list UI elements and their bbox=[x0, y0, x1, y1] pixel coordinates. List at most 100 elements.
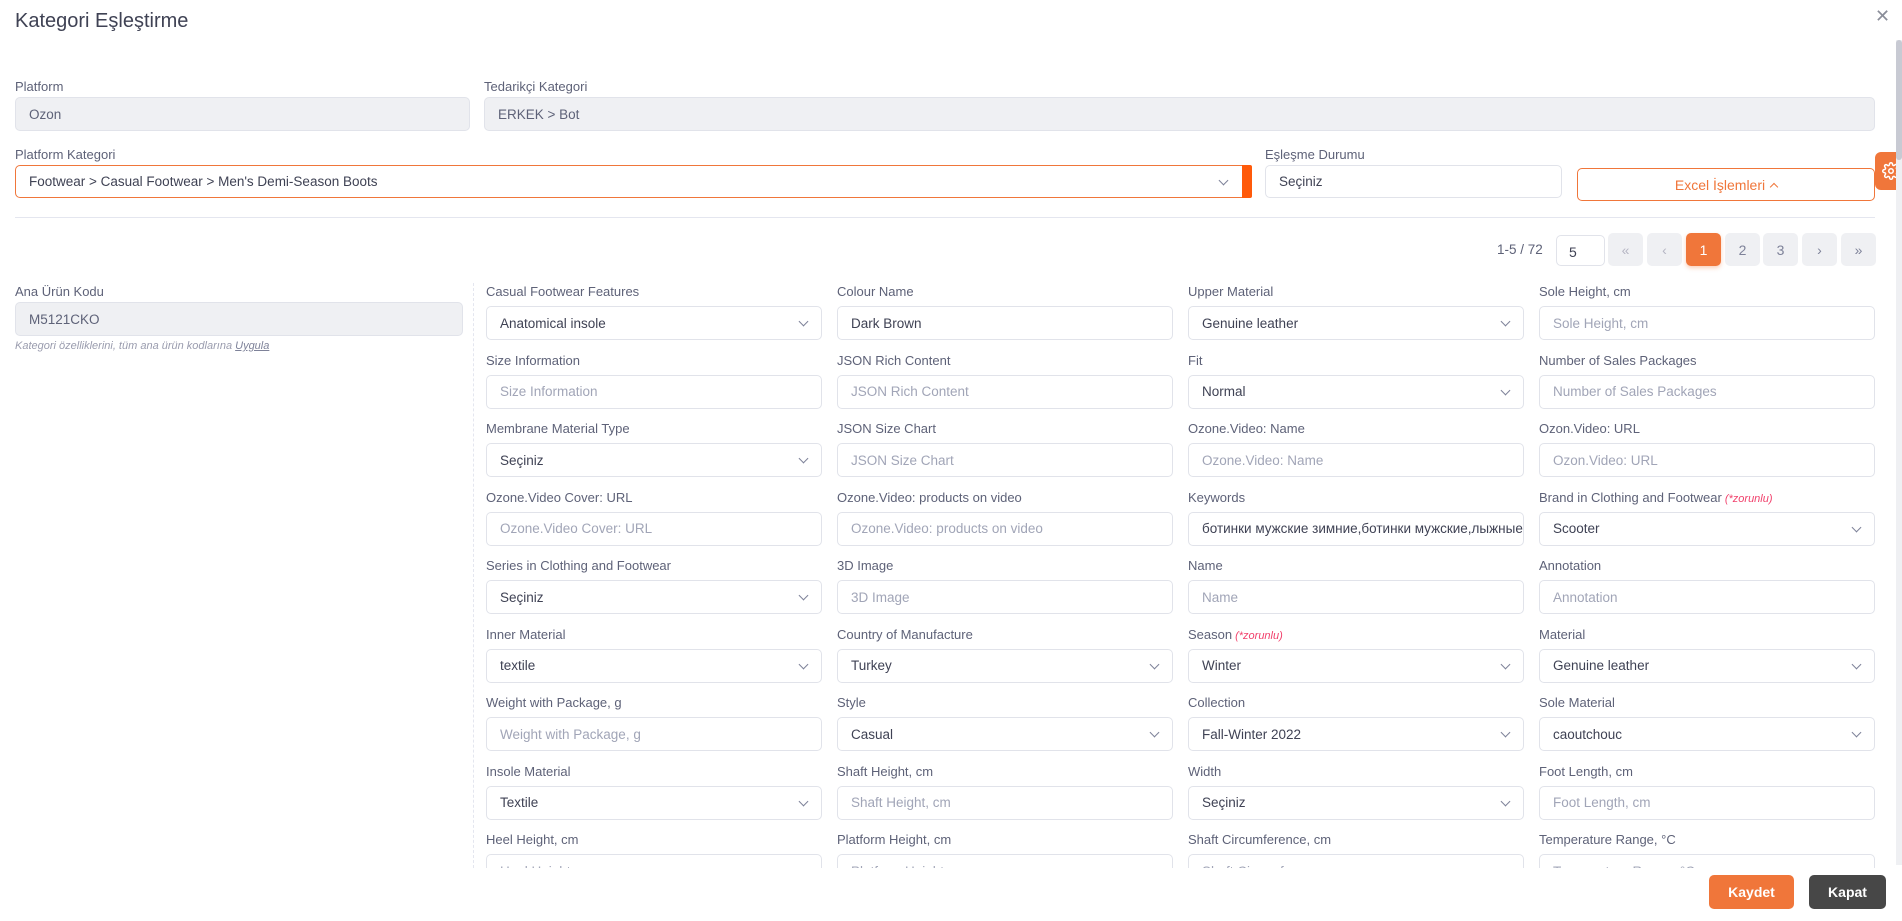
field-label-text: Number of Sales Packages bbox=[1539, 352, 1697, 368]
select-field[interactable]: Genuine leather bbox=[1188, 306, 1524, 340]
chevron-down-icon bbox=[1851, 522, 1862, 532]
field-size-information: Size Information Size Information bbox=[486, 353, 822, 409]
field-label-text: Shaft Circumference, cm bbox=[1188, 832, 1332, 847]
text-input[interactable]: Annotation bbox=[1539, 580, 1875, 614]
text-input[interactable]: Temperature Range, °C bbox=[1539, 854, 1875, 868]
field-label: JSON Size Chart bbox=[837, 421, 1173, 438]
required-tag: (*zorunlu) bbox=[1724, 492, 1773, 505]
text-input[interactable]: 3D Image bbox=[837, 580, 1173, 614]
field-placeholder: Ozon.Video: URL bbox=[1553, 452, 1658, 468]
field-label-text: Ozon.Video: URL bbox=[1539, 421, 1640, 436]
field-label-text: Series in Clothing and Footwear bbox=[486, 558, 671, 573]
select-field[interactable]: Textile bbox=[486, 785, 822, 820]
text-input[interactable]: Sole Height, cm bbox=[1539, 306, 1875, 340]
field-sole-height-cm: Sole Height, cm Sole Height, cm bbox=[1539, 284, 1875, 340]
field-placeholder: Number of Sales Packages bbox=[1553, 384, 1717, 399]
field-label: Weight with Package, g bbox=[486, 695, 822, 712]
text-input[interactable]: Shaft Height, cm bbox=[837, 785, 1173, 820]
field-ozone-video-name: Ozone.Video: Name Ozone.Video: Name bbox=[1188, 421, 1524, 477]
text-input[interactable]: Dark Brown bbox=[837, 306, 1173, 340]
field-label-text: Platform Height, cm bbox=[837, 832, 952, 847]
text-input[interactable]: Platform Height, cm bbox=[837, 854, 1173, 868]
select-field[interactable]: Winter bbox=[1188, 648, 1524, 683]
field-width: Width Seçiniz bbox=[1188, 764, 1524, 820]
select-field[interactable]: Casual bbox=[837, 717, 1173, 751]
select-field[interactable]: Seçiniz bbox=[1188, 785, 1524, 820]
text-input[interactable]: JSON Rich Content bbox=[837, 374, 1173, 409]
field-label: Style bbox=[837, 695, 1173, 712]
field-label-text: Season bbox=[1188, 626, 1233, 642]
chevron-down-icon bbox=[1149, 727, 1160, 738]
field-keywords: Keywords ботинки мужские зимние,ботинки м… bbox=[1188, 490, 1524, 546]
field-shaft-height-cm: Shaft Height, cm Shaft Height, cm bbox=[837, 764, 1173, 820]
text-input[interactable]: Size Information bbox=[486, 374, 822, 409]
close-button[interactable]: Kapat bbox=[1809, 875, 1886, 909]
field-label-text: JSON Rich Content bbox=[837, 352, 951, 368]
text-input[interactable]: Weight with Package, g bbox=[486, 717, 822, 751]
text-input[interactable]: Ozone.Video: products on video bbox=[837, 511, 1173, 546]
field-label: 3D Image bbox=[837, 558, 1173, 575]
field-label: Series in Clothing and Footwear bbox=[486, 558, 822, 575]
select-field[interactable]: caoutchouc bbox=[1539, 717, 1875, 751]
field-placeholder: Size Information bbox=[500, 384, 598, 399]
field-label: Fit bbox=[1188, 353, 1524, 370]
scrollbar-track[interactable] bbox=[1896, 40, 1902, 865]
field-label-text: Fit bbox=[1188, 352, 1203, 368]
select-field[interactable]: Seçiniz bbox=[486, 443, 822, 477]
field-number-of-sales-packages: Number of Sales Packages Number of Sales … bbox=[1539, 353, 1875, 409]
field-label: Collection bbox=[1188, 695, 1524, 712]
attribute-fields: Casual Footwear Features Anatomical insol… bbox=[0, 0, 1902, 868]
field-season: Season (*zorunlu) Winter bbox=[1188, 627, 1524, 683]
text-input[interactable]: Shaft Circumference, cm bbox=[1188, 854, 1524, 868]
select-field[interactable]: textile bbox=[486, 648, 822, 683]
field-label: Shaft Height, cm bbox=[837, 764, 1173, 781]
field-value: caoutchouc bbox=[1553, 726, 1623, 742]
chevron-down-icon bbox=[1851, 659, 1862, 669]
field-label: Colour Name bbox=[837, 284, 1173, 301]
field-label: Keywords bbox=[1188, 490, 1524, 507]
field-label: Ozone.Video: products on video bbox=[837, 490, 1173, 507]
field-label: Ozone.Video Cover: URL bbox=[486, 490, 822, 507]
chevron-down-icon bbox=[798, 453, 809, 464]
field-platform-height-cm: Platform Height, cm Platform Height, cm bbox=[837, 832, 1173, 868]
text-input[interactable]: JSON Size Chart bbox=[837, 443, 1173, 477]
field-label-text: Name bbox=[1188, 558, 1223, 573]
scrollbar-thumb[interactable] bbox=[1896, 40, 1902, 160]
text-input[interactable]: Number of Sales Packages bbox=[1539, 374, 1875, 409]
chevron-down-icon bbox=[798, 590, 809, 601]
field-label-text: Ozone.Video: Name bbox=[1188, 421, 1305, 436]
field-value: Seçiniz bbox=[1202, 795, 1246, 810]
select-field[interactable]: Seçiniz bbox=[486, 580, 822, 614]
field-label-text: Casual Footwear Features bbox=[486, 284, 640, 299]
field-placeholder: Sole Height, cm bbox=[1553, 315, 1649, 331]
text-input[interactable]: Ozon.Video: URL bbox=[1539, 443, 1875, 477]
field-placeholder: Shaft Circumference, cm bbox=[1202, 864, 1351, 869]
field-label: Ozone.Video: Name bbox=[1188, 421, 1524, 438]
text-input[interactable]: Ozone.Video Cover: URL bbox=[486, 511, 822, 546]
select-field[interactable]: Scooter bbox=[1539, 511, 1875, 546]
field-value: Turkey bbox=[851, 658, 892, 673]
field-placeholder: Platform Height, cm bbox=[851, 864, 970, 869]
field-value: Scooter bbox=[1553, 521, 1600, 536]
field-label-text: Foot Length, cm bbox=[1539, 763, 1633, 779]
field-label-text: Collection bbox=[1188, 695, 1246, 710]
select-field[interactable]: Fall-Winter 2022 bbox=[1188, 717, 1524, 751]
text-input[interactable]: Heel Height, cm bbox=[486, 854, 822, 868]
select-field[interactable]: Turkey bbox=[837, 648, 1173, 683]
text-input[interactable]: Name bbox=[1188, 580, 1524, 614]
field-label-text: Ozone.Video: products on video bbox=[837, 489, 1022, 505]
text-input[interactable]: Ozone.Video: Name bbox=[1188, 443, 1524, 477]
chevron-down-icon bbox=[798, 796, 809, 806]
field-value: textile bbox=[500, 658, 536, 673]
text-input[interactable]: ботинки мужские зимние,ботинки мужские,л… bbox=[1188, 511, 1524, 546]
select-field[interactable]: Anatomical insole bbox=[486, 306, 822, 340]
field-json-size-chart: JSON Size Chart JSON Size Chart bbox=[837, 421, 1173, 477]
text-input[interactable]: Foot Length, cm bbox=[1539, 785, 1875, 820]
save-button[interactable]: Kaydet bbox=[1709, 875, 1794, 909]
select-field[interactable]: Normal bbox=[1188, 374, 1524, 409]
field-label-text: Brand in Clothing and Footwear bbox=[1539, 489, 1722, 505]
field-3d-image: 3D Image 3D Image bbox=[837, 558, 1173, 614]
field-placeholder: Ozone.Video: Name bbox=[1202, 452, 1324, 468]
select-field[interactable]: Genuine leather bbox=[1539, 648, 1875, 683]
field-label-text: Sole Material bbox=[1539, 695, 1615, 710]
